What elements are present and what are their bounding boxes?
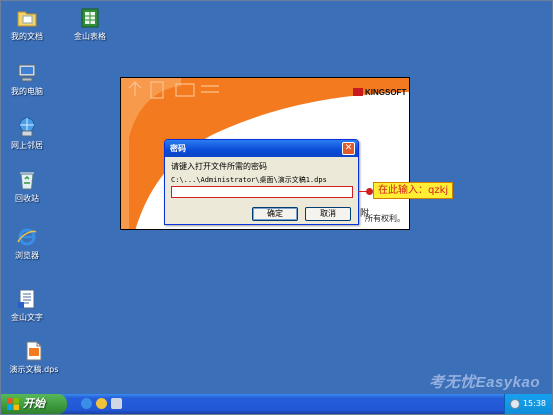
close-icon: ✕ <box>344 143 353 153</box>
quicklaunch-ie-icon[interactable] <box>81 398 92 409</box>
desktop-icon-label: 演示文稿.dps <box>9 365 59 374</box>
desktop: 我的文档 金山表格 我的电脑 网上邻居 回收站 浏览器 金山文字 演示文稿.dp… <box>1 1 552 394</box>
hint-pointer-dot <box>366 188 373 195</box>
dialog-title-bar[interactable]: 密码 ✕ <box>165 140 358 157</box>
start-button[interactable]: 开始 <box>1 394 67 414</box>
presentation-file-icon <box>23 340 45 362</box>
quicklaunch-media-icon[interactable] <box>96 398 107 409</box>
tray-icon[interactable] <box>510 399 520 409</box>
desktop-icon-label: 网上邻居 <box>11 141 43 150</box>
folder-documents-icon <box>16 7 38 29</box>
taskbar: 开始 15:38 <box>1 394 552 414</box>
desktop-icon-label: 浏览器 <box>15 251 39 260</box>
kingsoft-logo: KINGSOFT <box>353 88 406 97</box>
desktop-icon-label: 金山表格 <box>74 32 106 41</box>
splash-copyright: 所有权利。 <box>365 214 405 223</box>
dialog-title: 密码 <box>170 144 186 153</box>
desktop-icon-label: 金山文字 <box>11 313 43 322</box>
watermark: 考无忧Easykao <box>429 374 540 391</box>
desktop-icon-presentation-file[interactable]: 演示文稿.dps <box>1 340 67 375</box>
windows-flag-icon <box>7 398 19 410</box>
system-tray: 15:38 <box>504 394 552 414</box>
desktop-icon-label: 回收站 <box>15 194 39 203</box>
password-dialog: 密码 ✕ 请键入打开文件所需的密码 C:\...\Administrator\桌… <box>164 139 359 225</box>
start-label: 开始 <box>23 397 45 410</box>
dialog-file-path: C:\...\Administrator\桌面\演示文稿1.dps <box>171 176 327 184</box>
close-button[interactable]: ✕ <box>342 142 355 155</box>
writer-icon <box>16 288 38 310</box>
ok-button[interactable]: 确定 <box>252 207 298 221</box>
desktop-icon-recycle-bin[interactable]: 回收站 <box>1 169 56 204</box>
desktop-icon-my-computer[interactable]: 我的电脑 <box>1 62 56 97</box>
dialog-prompt: 请键入打开文件所需的密码 <box>171 162 267 171</box>
cancel-button[interactable]: 取消 <box>305 207 351 221</box>
network-icon <box>16 116 38 138</box>
desktop-icon-browser[interactable]: 浏览器 <box>1 226 56 261</box>
hint-callout: 在此输入：qzkj <box>373 182 454 199</box>
quicklaunch-desktop-icon[interactable] <box>111 398 122 409</box>
clock: 15:38 <box>522 399 546 408</box>
desktop-icon-kingsoft-spreadsheet[interactable]: 金山表格 <box>61 7 119 42</box>
splash-side-char: 附 <box>360 209 370 219</box>
desktop-icon-kingsoft-writer[interactable]: 金山文字 <box>1 288 56 323</box>
ie-icon <box>16 226 38 248</box>
recycle-bin-icon <box>16 169 38 191</box>
desktop-icon-label: 我的文档 <box>11 32 43 41</box>
computer-icon <box>16 62 38 84</box>
desktop-icon-label: 我的电脑 <box>11 87 43 96</box>
password-input[interactable] <box>171 186 353 198</box>
desktop-icon-my-documents[interactable]: 我的文档 <box>1 7 56 42</box>
spreadsheet-icon <box>79 7 101 29</box>
desktop-icon-network-places[interactable]: 网上邻居 <box>1 116 56 151</box>
